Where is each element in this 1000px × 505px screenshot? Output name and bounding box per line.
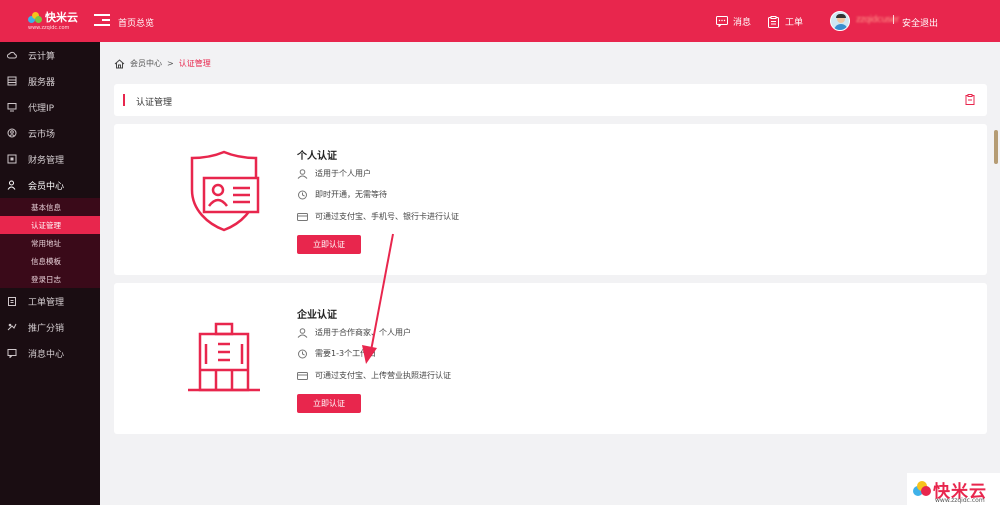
title-panel: 认证管理 [114,84,987,116]
member-submenu: 基本信息 认证管理 常用地址 信息模板 登录日志 [0,198,100,288]
menu-toggle-icon[interactable] [94,14,110,28]
breadcrumb-root[interactable]: 会员中心 [130,58,162,69]
monitor-icon [7,103,17,112]
submenu-item-auth-management[interactable]: 认证管理 [0,216,100,234]
logo-text: 快米云 [45,11,78,24]
server-icon [7,76,17,86]
feature-text: 可通过支付宝、上传营业执照进行认证 [315,371,451,380]
logo[interactable]: 快米云 www.zzqidc.com [28,11,78,31]
logo-url: www.zzqidc.com [28,25,70,31]
user-icon [297,168,308,179]
clipboard-icon [8,297,16,306]
sidebar-item-market[interactable]: 云市场 [0,120,100,146]
sidebar-item-server[interactable]: 服务器 [0,68,100,94]
clock-icon [298,190,307,199]
feature-row: 适用于个人用户 [297,168,371,179]
breadcrumb: 会员中心 > 认证管理 [114,58,211,69]
shield-id-icon [190,150,260,232]
sidebar-item-proxy-ip[interactable]: 代理IP [0,94,100,120]
building-icon [188,322,260,392]
feature-row: 可通过支付宝、上传营业执照进行认证 [297,370,451,381]
personal-auth-button[interactable]: 立即认证 [297,235,361,254]
finance-icon [7,154,17,164]
watermark-logo-icon [913,481,931,496]
messages-label: 消息 [733,18,752,28]
sidebar-item-label: 工单管理 [28,297,65,308]
sidebar-item-label: 财务管理 [28,155,65,166]
feature-row: 需要1-3个工作日 [297,348,376,359]
logo-mark-icon [28,12,42,24]
watermark-url: www.zzqidc.com [935,497,985,504]
submenu-item-info-templates[interactable]: 信息模板 [0,252,100,270]
card-title: 个人认证 [297,151,337,162]
feature-row: 即时开通，无需等待 [297,189,387,200]
watermark: 快米云 www.zzqidc.com [907,473,1000,505]
messages-link[interactable]: 消息 [716,15,751,28]
logout-link[interactable]: 安全退出 [902,16,938,29]
cloud-icon [7,51,17,59]
sidebar-item-member-center[interactable]: 会员中心 [0,172,100,198]
home-icon[interactable] [114,58,125,69]
ticket-icon [768,15,779,28]
scrollbar-thumb[interactable] [994,130,998,164]
feature-row: 适用于合作商家、个人用户 [297,327,411,338]
tickets-label: 工单 [785,18,804,28]
message-icon [716,16,728,27]
user-icon [7,180,16,190]
tickets-link[interactable]: 工单 [768,15,803,28]
card-icon [297,371,308,380]
header-separator: | [892,15,896,25]
clipboard-icon[interactable] [965,94,975,105]
breadcrumb-sep: > [167,59,174,68]
card-icon [297,212,308,221]
breadcrumb-current: 认证管理 [178,59,211,68]
sidebar-item-cloud[interactable]: 云计算 [0,42,100,68]
submenu-item-addresses[interactable]: 常用地址 [0,234,100,252]
feature-row: 可通过支付宝、手机号、银行卡进行认证 [297,211,459,222]
sidebar-item-label: 会员中心 [28,181,65,192]
enterprise-auth-button[interactable]: 立即认证 [297,394,361,413]
feature-text: 适用于个人用户 [315,169,371,178]
home-overview-link[interactable]: 首页总览 [118,16,154,29]
feature-text: 需要1-3个工作日 [315,349,377,358]
sidebar-item-label: 代理IP [28,103,55,114]
feature-text: 适用于合作商家、个人用户 [315,328,411,337]
clock-icon [298,349,307,358]
sidebar-item-label: 服务器 [28,77,56,88]
user-icon [297,327,308,338]
enterprise-auth-card: 企业认证 适用于合作商家、个人用户 需要1-3个工作日 可通过支付宝、上传营业执… [114,283,987,434]
avatar[interactable] [830,11,850,31]
market-icon [7,128,17,138]
title-accent [123,94,125,106]
share-icon [7,323,17,331]
card-title: 企业认证 [297,310,337,321]
sidebar: 云计算 服务器 代理IP 云市场 财务管理 会员中心 基本信息 认证管理 常用地… [0,42,100,505]
sidebar-item-finance[interactable]: 财务管理 [0,146,100,172]
sidebar-item-label: 消息中心 [28,349,65,360]
sidebar-item-label: 云市场 [28,129,56,140]
message-icon [7,349,17,358]
sidebar-item-affiliate[interactable]: 推广分销 [0,314,100,340]
top-bar: 快米云 www.zzqidc.com 首页总览 消息 工单 zzqidcuser… [0,0,1000,42]
submenu-item-basic-info[interactable]: 基本信息 [0,198,100,216]
page-title: 认证管理 [136,98,173,108]
personal-auth-card: 个人认证 适用于个人用户 即时开通，无需等待 可通过支付宝、手机号、银行卡进行认… [114,124,987,275]
feature-text: 可通过支付宝、手机号、银行卡进行认证 [315,212,459,221]
sidebar-item-label: 云计算 [28,51,56,62]
sidebar-item-messages[interactable]: 消息中心 [0,340,100,366]
feature-text: 即时开通，无需等待 [315,190,387,199]
sidebar-item-tickets[interactable]: 工单管理 [0,288,100,314]
sidebar-item-label: 推广分销 [28,323,65,334]
submenu-item-login-log[interactable]: 登录日志 [0,270,100,288]
